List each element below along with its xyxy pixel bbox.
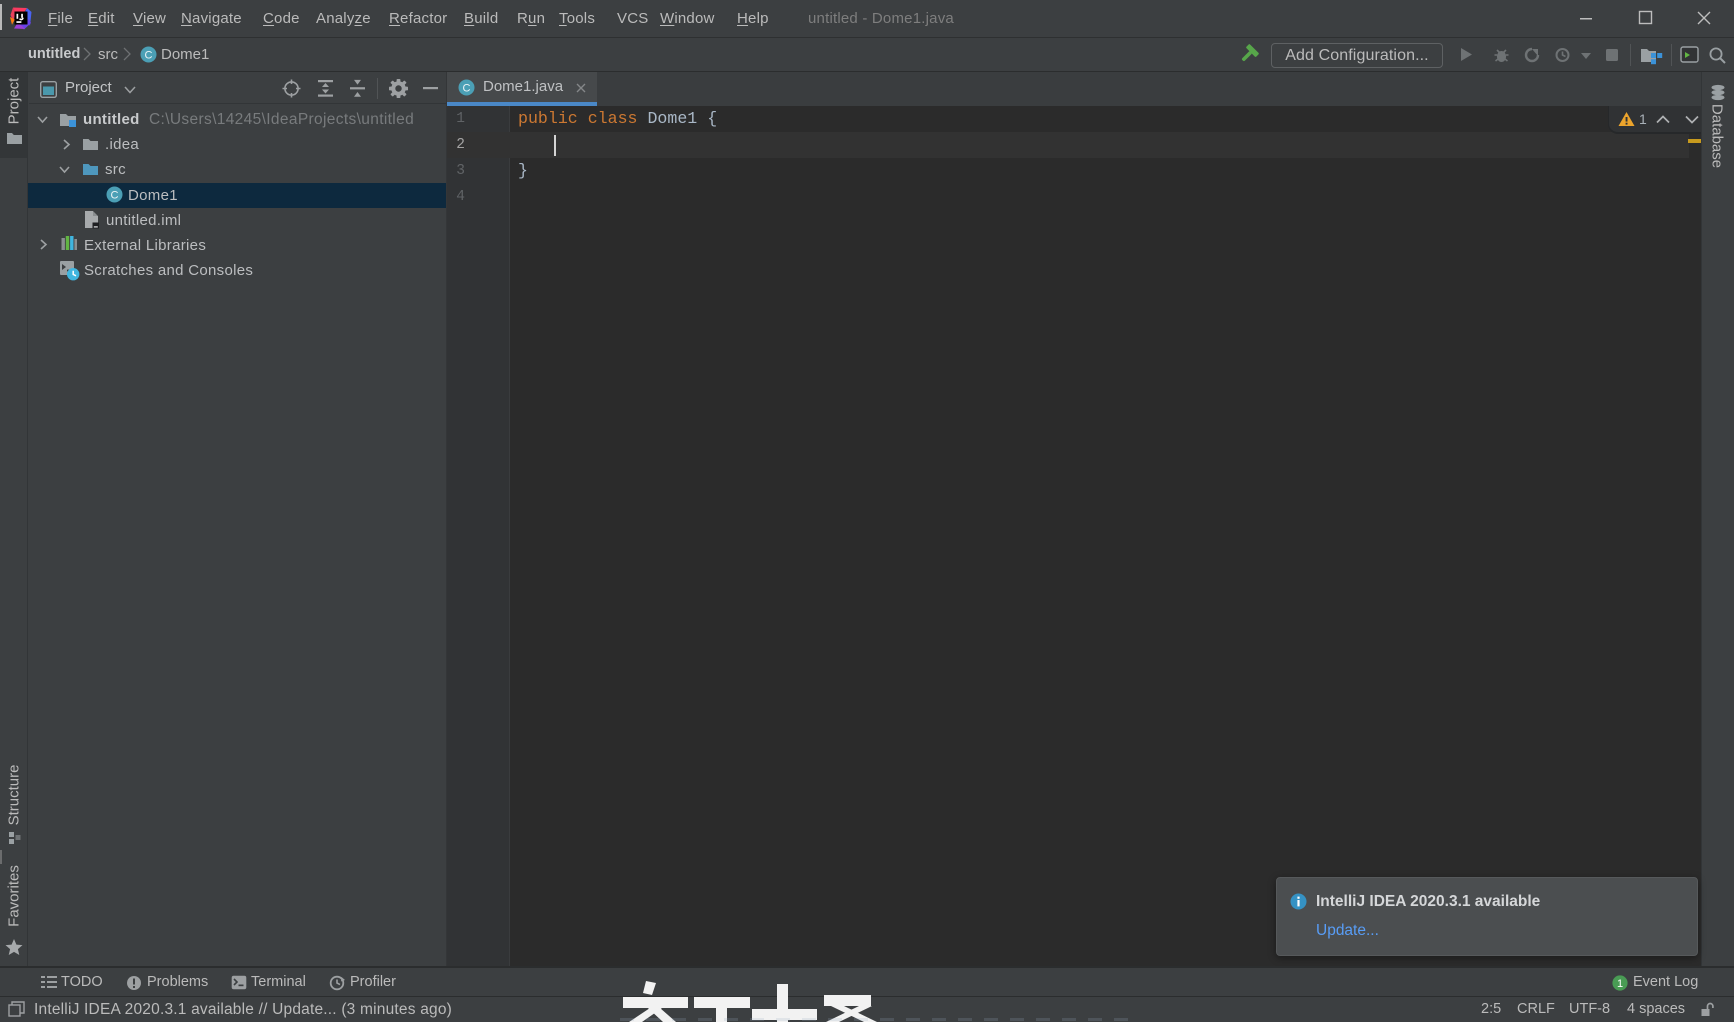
svg-text:C: C — [111, 190, 119, 202]
svg-text:C: C — [145, 50, 153, 62]
svg-text:1: 1 — [1617, 978, 1623, 990]
svg-text:C: C — [463, 83, 471, 95]
